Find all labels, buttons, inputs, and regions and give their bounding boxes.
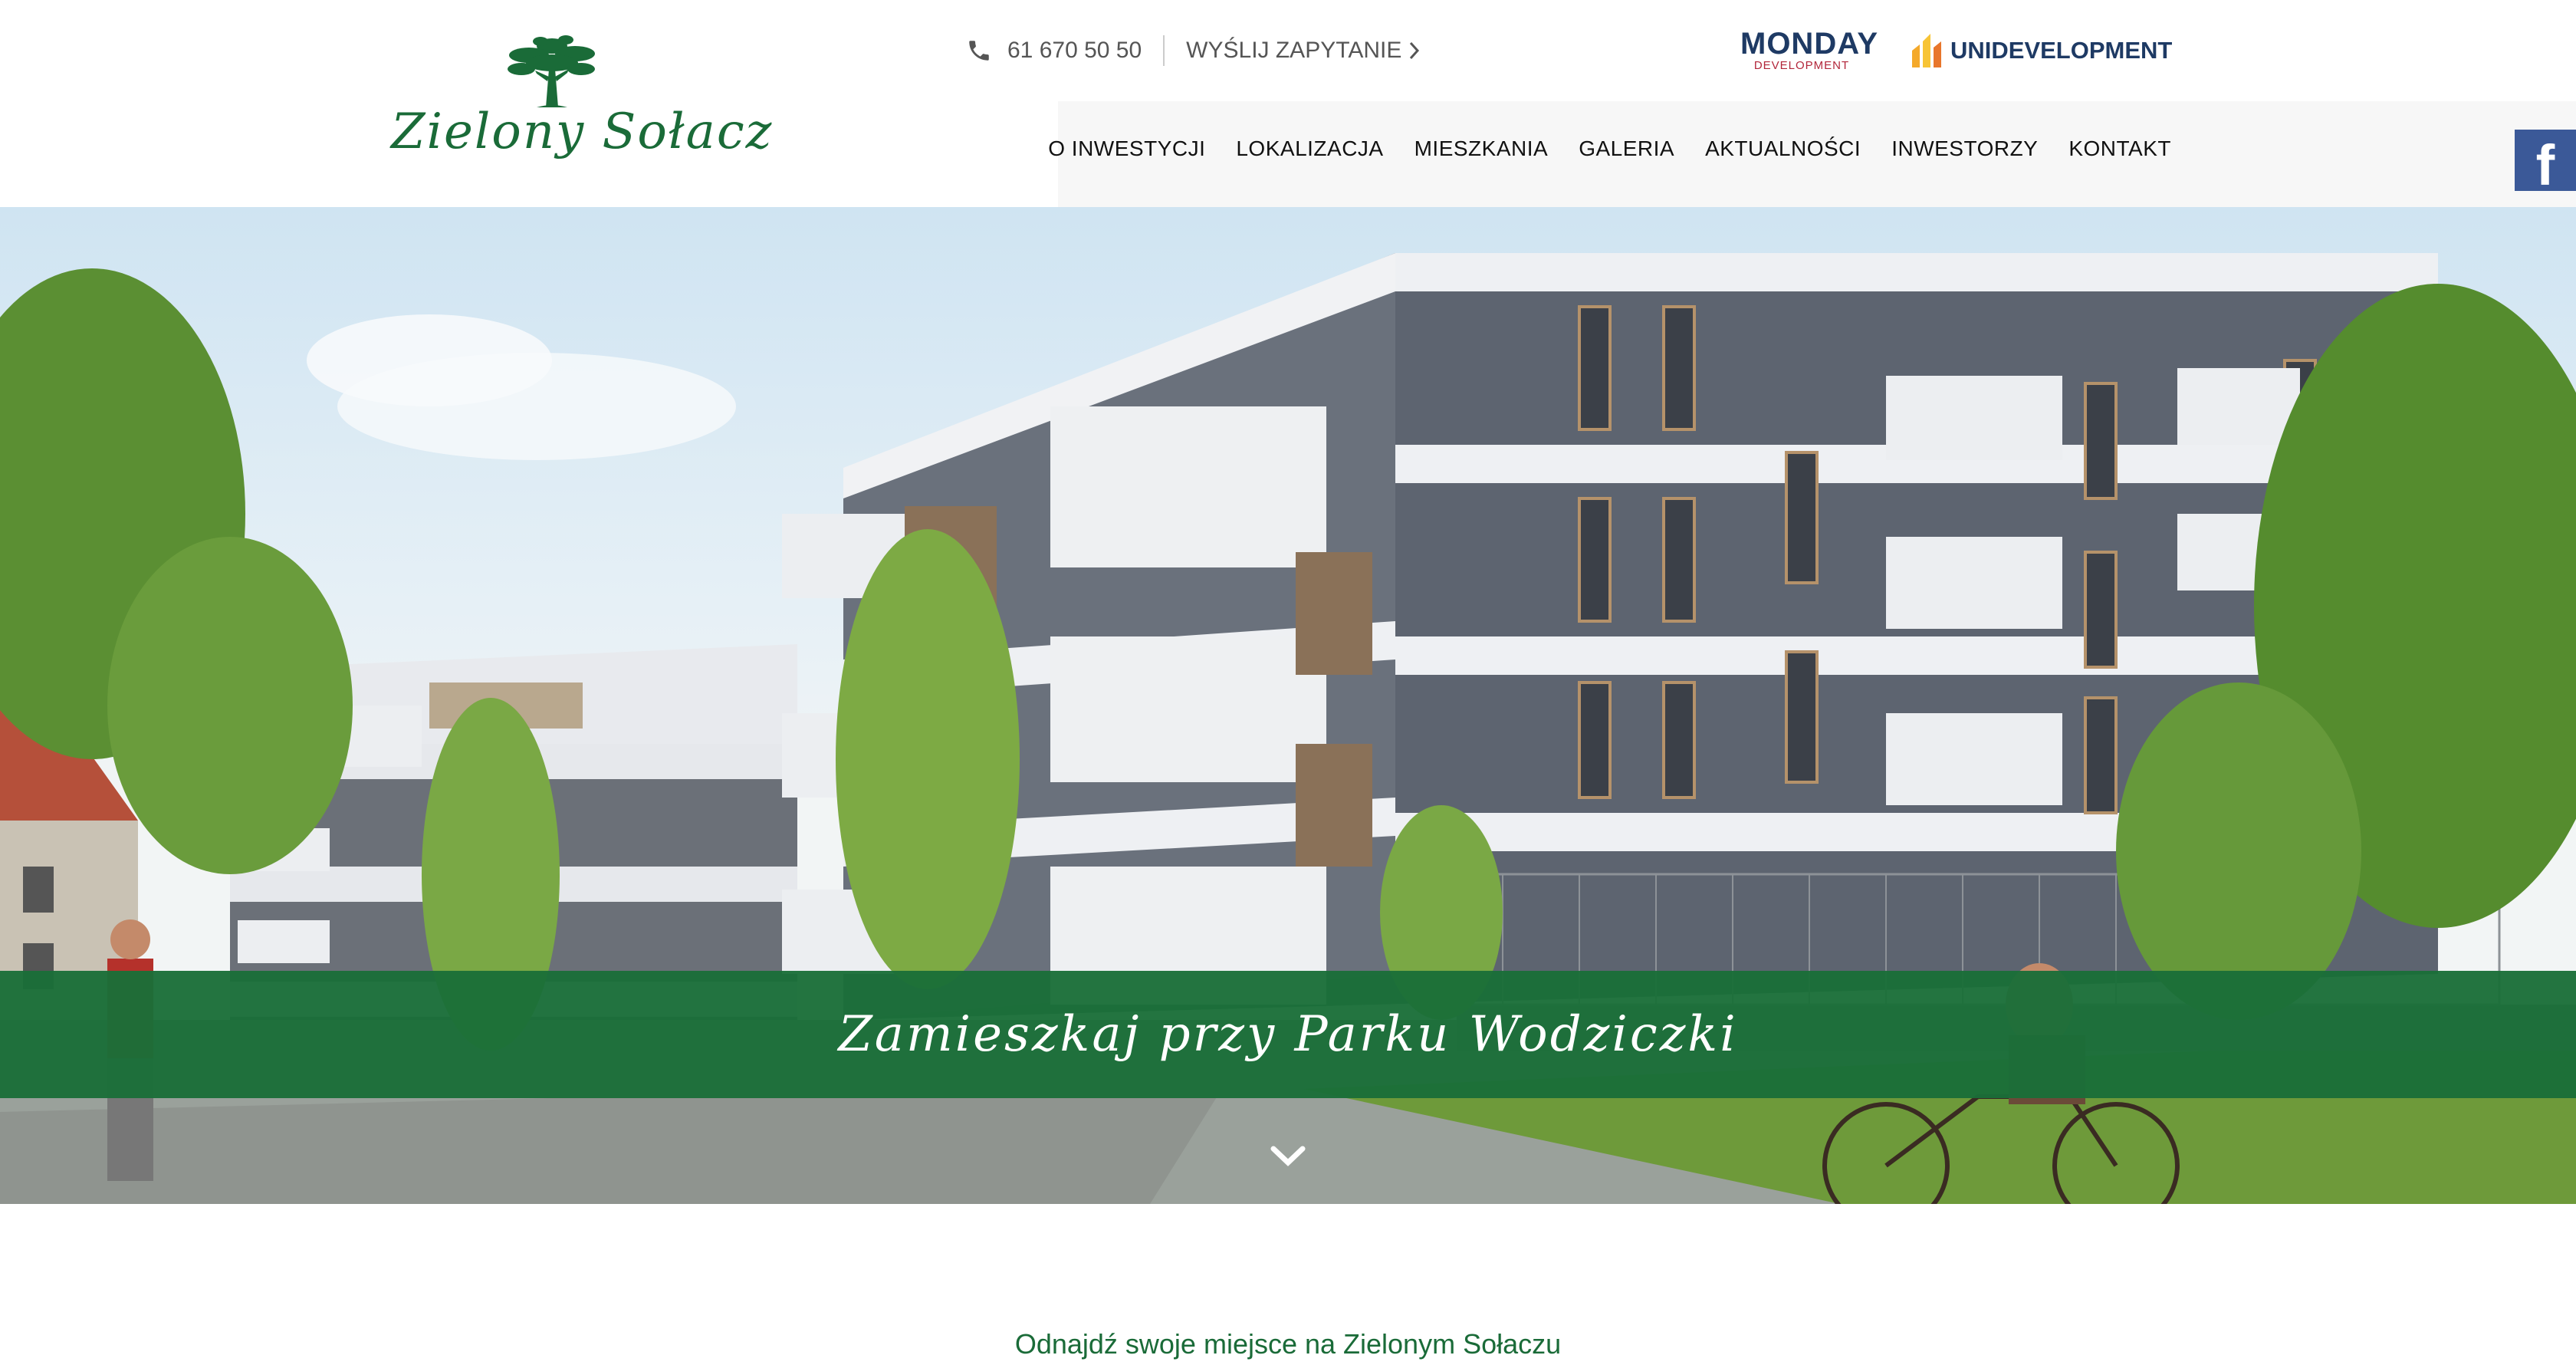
main-navigation: O INWESTYCJI LOKALIZACJA MIESZKANIA GALE… [1048,136,2171,161]
site-header: Zielony Sołacz 61 670 50 50 WYŚLIJ ZAPYT… [0,0,2576,207]
nav-item-o-inwestycji[interactable]: O INWESTYCJI [1048,136,1205,161]
nav-item-inwestorzy[interactable]: INWESTORZY [1891,136,2038,161]
send-inquiry-link[interactable]: WYŚLIJ ZAPYTANIE [1186,38,1420,64]
nav-item-galeria[interactable]: GALERIA [1579,136,1674,161]
nav-item-mieszkania[interactable]: MIESZKANIA [1414,136,1549,161]
separator [1163,35,1165,66]
section-subheading: Odnajdź swoje miejsce na Zielonym Sołacz… [1014,1328,1562,1360]
contact-bar: 61 670 50 50 WYŚLIJ ZAPYTANIE [966,29,1420,72]
unidevelopment-name: UNIDEVELOPMENT [1950,37,2173,64]
logo-text: Zielony Sołacz [391,104,774,160]
nav-item-aktualnosci[interactable]: AKTUALNOŚCI [1705,136,1861,161]
facebook-icon: f [2535,133,2555,197]
site-logo[interactable]: Zielony Sołacz [383,31,771,176]
hero-tagline: Zamieszkaj przy Parku Wodziczki [838,1006,1738,1063]
unidevelopment-logo[interactable]: UNIDEVELOPMENT [1909,29,2172,72]
monday-sub: DEVELOPMENT [1753,59,1850,72]
chevron-down-icon[interactable] [1269,1141,1307,1172]
send-inquiry-label: WYŚLIJ ZAPYTANIE [1186,38,1402,63]
tree-logo-icon [508,35,595,107]
nav-item-kontakt[interactable]: KONTAKT [2068,136,2171,161]
facebook-button[interactable]: f [2515,130,2576,197]
monday-development-logo[interactable]: MONDAY DEVELOPMENT [1740,27,1879,74]
monday-name: MONDAY [1740,27,1879,61]
unidevelopment-logo-icon [1912,34,1941,67]
phone-icon [969,41,989,61]
chevron-right-icon [1410,41,1420,60]
hero-tagline-band: Zamieszkaj przy Parku Wodziczki [0,971,2576,1098]
phone-number[interactable]: 61 670 50 50 [1007,38,1142,64]
nav-item-lokalizacja[interactable]: LOKALIZACJA [1236,136,1383,161]
